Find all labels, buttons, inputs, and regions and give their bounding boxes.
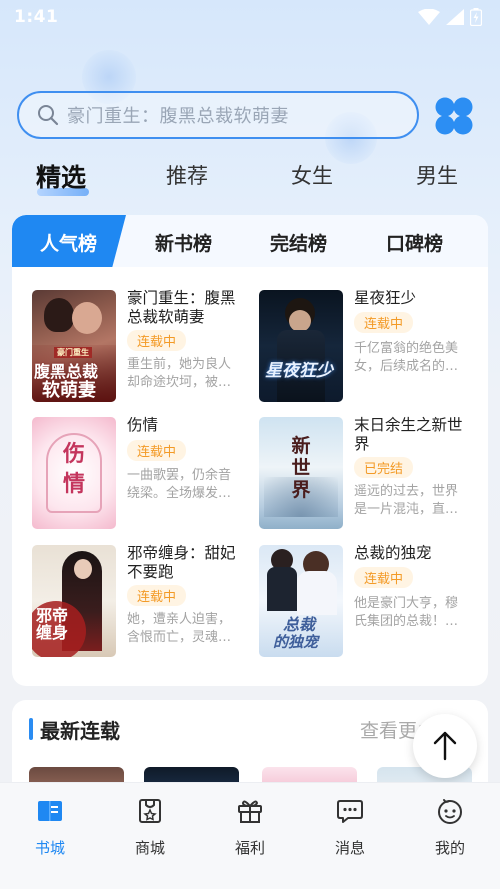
book-cover: 新世界 bbox=[259, 417, 343, 529]
status-badge: 连载中 bbox=[127, 440, 187, 461]
cover-title: 豪门重生 bbox=[54, 347, 92, 358]
nav-bookstore[interactable]: 书城 bbox=[20, 797, 80, 858]
book-cover[interactable] bbox=[29, 767, 124, 782]
book-cover: 星夜狂少 bbox=[259, 290, 343, 402]
nav-label: 福利 bbox=[234, 839, 265, 857]
status-bar: 1:41 bbox=[0, 0, 500, 34]
book-cover: 豪门重生 腹黑总裁 软萌妻 bbox=[32, 290, 116, 402]
gift-icon bbox=[238, 800, 262, 823]
tab-featured[interactable]: 精选 bbox=[36, 158, 86, 194]
nav-label: 我的 bbox=[434, 839, 465, 857]
shop-icon bbox=[139, 799, 161, 823]
cover-title: 软萌妻 bbox=[42, 380, 96, 401]
cover-title: 的独宠 bbox=[273, 633, 319, 651]
cover-title: 邪帝缠身 bbox=[36, 606, 69, 642]
nav-label: 商城 bbox=[134, 839, 165, 857]
tab-recommend[interactable]: 推荐 bbox=[166, 160, 208, 190]
section-title: 最新连载 bbox=[40, 719, 120, 743]
section-accent-bar bbox=[29, 718, 33, 740]
book-title: 总裁的独宠 bbox=[354, 544, 432, 562]
top-tabs: 精选 推荐 女生 男生 bbox=[0, 160, 500, 204]
book-item[interactable]: 邪帝缠身 邪帝缠身：甜妃不要跑 连载中 她，遭亲人迫害，含恨而亡，灵魂… bbox=[32, 544, 248, 657]
cover-title: 星夜狂少 bbox=[265, 361, 333, 381]
search-bar[interactable]: 豪门重生：腹黑总裁软萌妻 bbox=[17, 91, 419, 139]
back-to-top-button[interactable] bbox=[413, 714, 477, 778]
nav-messages[interactable]: 消息 bbox=[320, 797, 380, 858]
nav-welfare[interactable]: 福利 bbox=[220, 797, 280, 858]
book-cover[interactable] bbox=[144, 767, 239, 782]
book-cover[interactable] bbox=[262, 767, 357, 782]
book-title: 末日余生之新世界 bbox=[354, 416, 463, 453]
book-description: 他是豪门大亨，穆氏集团的总裁！… bbox=[354, 596, 459, 629]
book-description: 遥远的过去，世界是一片混沌，直… bbox=[354, 484, 459, 517]
book-title: 伤情 bbox=[127, 416, 159, 434]
book-description: 千亿富翁的绝色美女，后续成名的… bbox=[354, 341, 459, 374]
book-item[interactable]: 豪门重生 腹黑总裁 软萌妻 豪门重生：腹黑总裁软萌妻 连载中 重生前，她为良人却… bbox=[32, 289, 248, 402]
nav-shop[interactable]: 商城 bbox=[120, 797, 180, 858]
book-description: 她，遭亲人迫害，含恨而亡，灵魂… bbox=[127, 612, 232, 645]
status-badge: 连载中 bbox=[127, 585, 187, 606]
rank-tab-label: 人气榜 bbox=[40, 233, 98, 255]
rank-tab-new[interactable]: 新书榜 bbox=[155, 229, 212, 256]
ranking-tabs: 人气榜 新书榜 完结榜 口碑榜 bbox=[12, 215, 488, 267]
cover-title: 新世界 bbox=[291, 435, 311, 501]
book-description: 重生前，她为良人却命途坎坷，被… bbox=[127, 357, 232, 390]
status-badge: 已完结 bbox=[354, 457, 414, 478]
book-description: 一曲歌罢，仍余音绕梁。全场爆发… bbox=[127, 468, 232, 501]
search-icon bbox=[38, 105, 59, 126]
battery-icon bbox=[470, 8, 482, 26]
status-badge: 连载中 bbox=[127, 330, 187, 351]
tab-female[interactable]: 女生 bbox=[291, 160, 333, 190]
book-item[interactable]: 新世界 末日余生之新世界 已完结 遥远的过去，世界是一片混沌，直… bbox=[259, 416, 475, 529]
status-badge: 连载中 bbox=[354, 312, 414, 333]
rank-tab-reputation[interactable]: 口碑榜 bbox=[386, 229, 443, 256]
book-cover: 邪帝缠身 bbox=[32, 545, 116, 657]
book-title: 星夜狂少 bbox=[354, 289, 417, 307]
category-grid-icon[interactable] bbox=[434, 96, 474, 136]
bottom-nav: 书城 商城 福利 消息 我的 bbox=[0, 782, 500, 889]
wifi-icon bbox=[418, 9, 440, 25]
cover-title: 伤情 bbox=[62, 441, 85, 497]
nav-label: 书城 bbox=[34, 839, 65, 857]
book-icon bbox=[38, 801, 62, 821]
book-title: 豪门重生：腹黑总裁软萌妻 bbox=[127, 289, 236, 326]
status-badge: 连载中 bbox=[354, 567, 414, 588]
book-cover: 伤情 bbox=[32, 417, 116, 529]
nav-label: 消息 bbox=[334, 839, 365, 857]
message-icon bbox=[337, 800, 363, 823]
rank-tab-completed[interactable]: 完结榜 bbox=[270, 229, 327, 256]
tab-male[interactable]: 男生 bbox=[416, 160, 458, 190]
status-time: 1:41 bbox=[14, 7, 59, 27]
arrow-up-icon bbox=[433, 731, 457, 761]
search-placeholder: 豪门重生：腹黑总裁软萌妻 bbox=[67, 106, 289, 127]
rank-tab-popular[interactable]: 人气榜 bbox=[12, 215, 126, 267]
book-item[interactable]: 总裁 的独宠 总裁的独宠 连载中 他是豪门大亨，穆氏集团的总裁！… bbox=[259, 544, 475, 657]
ranking-card: 人气榜 新书榜 完结榜 口碑榜 豪门重生 腹黑总裁 软萌妻 豪门重生：腹黑总裁软… bbox=[12, 215, 488, 686]
book-item[interactable]: 星夜狂少 星夜狂少 连载中 千亿富翁的绝色美女，后续成名的… bbox=[259, 289, 475, 402]
book-title: 邪帝缠身：甜妃不要跑 bbox=[127, 544, 236, 581]
signal-icon bbox=[446, 9, 464, 25]
book-cover: 总裁 的独宠 bbox=[259, 545, 343, 657]
book-item[interactable]: 伤情 伤情 连载中 一曲歌罢，仍余音绕梁。全场爆发… bbox=[32, 416, 248, 529]
profile-icon bbox=[438, 799, 462, 824]
nav-profile[interactable]: 我的 bbox=[420, 797, 480, 858]
